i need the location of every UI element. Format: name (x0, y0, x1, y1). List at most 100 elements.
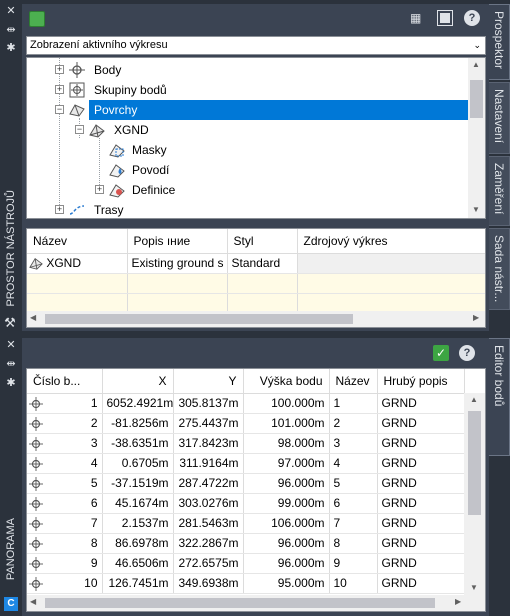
cell-elevation[interactable]: 101.000m (243, 413, 330, 434)
cell-x[interactable]: 46.6506m (102, 553, 174, 574)
cell-elevation[interactable]: 99.000m (243, 493, 330, 514)
auto-hide-icon[interactable]: ⇹ (5, 23, 17, 36)
scroll-thumb[interactable] (470, 80, 483, 118)
cell-elevation[interactable]: 100.000m (243, 393, 330, 414)
tab-prospector[interactable]: Prospektor (489, 4, 510, 80)
cell-point-number[interactable]: 10 (27, 573, 103, 594)
cell-raw-description[interactable]: GRND (377, 493, 465, 514)
cell-name[interactable]: 3 (329, 433, 378, 454)
scroll-thumb[interactable] (468, 411, 481, 515)
tree-scrollbar[interactable]: ▲ ▼ (468, 58, 485, 218)
cell-raw-description[interactable]: GRND (377, 393, 465, 414)
point-row[interactable]: 9 46.6506m 272.6575m 96.000m 9 GRND (27, 553, 465, 574)
column-header-style[interactable]: Styl (227, 229, 298, 254)
cell-elevation[interactable]: 96.000m (243, 533, 330, 554)
cell-raw-description[interactable]: GRND (377, 573, 465, 594)
point-row[interactable]: 1 6052.4921m 305.8137m 100.000m 1 GRND (27, 393, 465, 414)
tab-point-editor[interactable]: Editor bodů (489, 338, 510, 456)
expand-toggle[interactable]: + (55, 85, 64, 94)
close-icon[interactable]: ✕ (5, 4, 17, 17)
cell-name[interactable]: 9 (329, 553, 378, 574)
close-icon[interactable]: ✕ (5, 338, 17, 351)
column-header-x[interactable]: X (102, 369, 174, 394)
cell-raw-description[interactable]: GRND (377, 473, 465, 494)
cell-point-number[interactable]: 5 (27, 473, 103, 494)
cell-x[interactable]: -38.6351m (102, 433, 174, 454)
column-header-source-drawing[interactable]: Zdrojový výkres (297, 229, 485, 254)
view-mode-dropdown[interactable]: Zobrazení aktivního výkresu ⌄ (26, 36, 486, 55)
column-header-description[interactable]: Popis ıние (127, 229, 228, 254)
cell-y[interactable]: 275.4437m (173, 413, 244, 434)
drawing-icon[interactable] (29, 11, 45, 27)
list-row[interactable]: XGND Existing ground s Standard (27, 253, 485, 274)
cell-x[interactable]: 126.7451m (102, 573, 174, 594)
cell-point-number[interactable]: 1 (27, 393, 103, 414)
point-row[interactable]: 4 0.6705m 311.9164m 97.000m 4 GRND (27, 453, 465, 474)
expand-toggle[interactable]: + (55, 65, 64, 74)
cell-y[interactable]: 305.8137m (173, 393, 244, 414)
scroll-down-arrow[interactable]: ▼ (472, 205, 480, 214)
point-row[interactable]: 2 -81.8256m 275.4437m 101.000m 2 GRND (27, 413, 465, 434)
expand-toggle[interactable]: + (55, 205, 64, 214)
tree-view-icon[interactable]: ▦ (410, 11, 424, 25)
cell-point-number[interactable]: 7 (27, 513, 103, 534)
cell-point-number[interactable]: 4 (27, 453, 103, 474)
list-h-scrollbar[interactable]: ◀ ▶ (27, 311, 485, 327)
cell-elevation[interactable]: 96.000m (243, 473, 330, 494)
cell-name[interactable]: 4 (329, 453, 378, 474)
gear-icon[interactable]: ✱ (5, 376, 17, 389)
tab-toolbox[interactable]: Sada nástr... (489, 228, 510, 310)
gear-icon[interactable]: ✱ (5, 41, 17, 54)
column-header-raw-description[interactable]: Hrubý popis (377, 369, 465, 394)
column-header-point-number[interactable]: Číslo b... (27, 369, 103, 394)
cell-y[interactable]: 317.8423m (173, 433, 244, 454)
cell-point-number[interactable]: 3 (27, 433, 103, 454)
point-editor-grid[interactable]: Číslo b... X Y Výška bodu Název Hrubý po… (26, 368, 486, 612)
collapse-toggle[interactable]: − (55, 105, 64, 114)
cell-raw-description[interactable]: GRND (377, 513, 465, 534)
cell-point-number[interactable]: 2 (27, 413, 103, 434)
expand-toggle[interactable]: + (95, 185, 104, 194)
tree-item-surfaces[interactable]: Povrchy (89, 100, 468, 120)
cell-raw-description[interactable]: GRND (377, 413, 465, 434)
column-header-name[interactable]: Název (329, 369, 378, 394)
cell-x[interactable]: -37.1519m (102, 473, 174, 494)
point-row[interactable]: 8 86.6978m 322.2867m 96.000m 8 GRND (27, 533, 465, 554)
cell-x[interactable]: 45.1674m (102, 493, 174, 514)
tree-item-point-groups[interactable]: Skupiny bodů (91, 80, 170, 100)
list-view-icon[interactable] (437, 10, 453, 26)
cell-name[interactable]: 5 (329, 473, 378, 494)
apply-check-icon[interactable]: ✓ (433, 345, 449, 361)
cell-elevation[interactable]: 95.000m (243, 573, 330, 594)
scroll-right-arrow[interactable]: ▶ (473, 313, 479, 322)
scroll-thumb[interactable] (45, 598, 435, 608)
tab-survey[interactable]: Zaměření (489, 156, 510, 226)
cell-y[interactable]: 311.9164m (173, 453, 244, 474)
point-row[interactable]: 5 -37.1519m 287.4722m 96.000m 5 GRND (27, 473, 465, 494)
tab-settings[interactable]: Nastavení (489, 82, 510, 154)
column-header-y[interactable]: Y (173, 369, 244, 394)
cell-x[interactable]: 6052.4921m (102, 393, 174, 414)
point-v-scrollbar[interactable]: ▲ ▼ (464, 393, 485, 595)
cell-elevation[interactable]: 106.000m (243, 513, 330, 534)
point-row[interactable]: 3 -38.6351m 317.8423m 98.000m 3 GRND (27, 433, 465, 454)
cell-y[interactable]: 287.4722m (173, 473, 244, 494)
cell-point-number[interactable]: 9 (27, 553, 103, 574)
cell-name[interactable]: 8 (329, 533, 378, 554)
cell-name[interactable]: 1 (329, 393, 378, 414)
cell-elevation[interactable]: 98.000m (243, 433, 330, 454)
tree-item-alignments[interactable]: Trasy (91, 200, 127, 218)
cell-x[interactable]: 2.1537m (102, 513, 174, 534)
column-header-name[interactable]: Název (27, 229, 128, 254)
cell-name[interactable]: 2 (329, 413, 378, 434)
cell-elevation[interactable]: 96.000m (243, 553, 330, 574)
cell-point-number[interactable]: 8 (27, 533, 103, 554)
cell-raw-description[interactable]: GRND (377, 533, 465, 554)
tool-space-icon[interactable]: ⚒ (4, 315, 16, 331)
cell-x[interactable]: 86.6978m (102, 533, 174, 554)
tree-item-body[interactable]: Body (91, 60, 124, 80)
help-icon[interactable]: ? (464, 10, 480, 26)
point-row[interactable]: 10 126.7451m 349.6938m 95.000m 10 GRND (27, 573, 465, 594)
cell-y[interactable]: 303.0276m (173, 493, 244, 514)
cell-raw-description[interactable]: GRND (377, 553, 465, 574)
